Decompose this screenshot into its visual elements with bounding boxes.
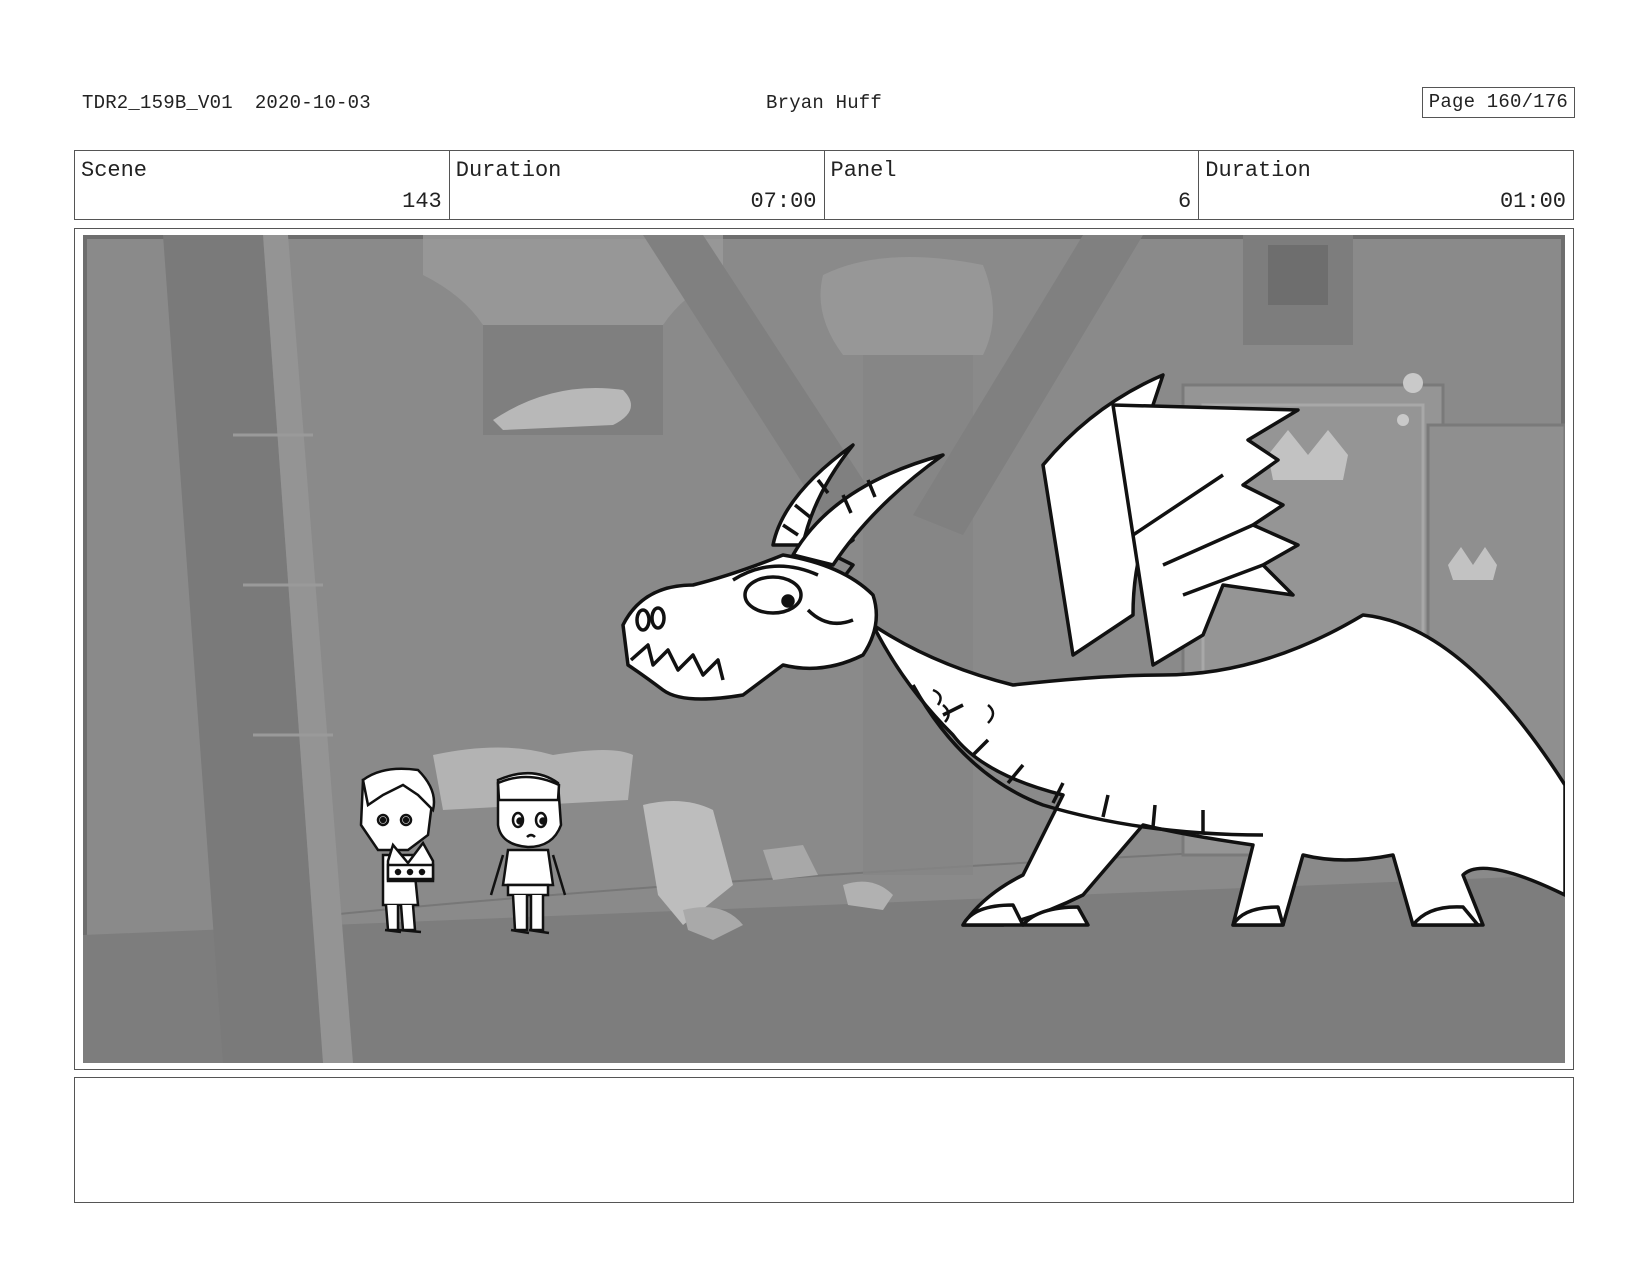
panel-duration-cell: Duration 01:00 [1199, 151, 1573, 219]
scene-cell: Scene 143 [75, 151, 450, 219]
info-table: Scene 143 Duration 07:00 Panel 6 Duratio… [74, 150, 1574, 220]
storyboard-panel-frame [74, 228, 1574, 1070]
scene-duration-value: 07:00 [750, 189, 817, 214]
storyboard-panel-image [83, 235, 1565, 1063]
panel-duration-value: 01:00 [1499, 189, 1566, 214]
file-id: TDR2_159B_V01 [82, 92, 233, 114]
page-number: Page 160/176 [1421, 87, 1575, 118]
header-date: 2020-10-03 [254, 92, 371, 114]
scene-duration-label: Duration [455, 158, 562, 183]
column-shaft-right [863, 355, 973, 875]
panel-value: 6 [1178, 189, 1192, 214]
panel-cell: Panel 6 [825, 151, 1200, 219]
panel-notes-box [74, 1077, 1574, 1203]
panel-duration-label: Duration [1205, 158, 1311, 183]
column-capital-right [820, 257, 993, 355]
scene-value: 143 [402, 189, 442, 214]
scene-duration-cell: Duration 07:00 [450, 151, 825, 219]
header-left: TDR2_159B_V01 2020-10-03 [82, 92, 371, 114]
scene-label: Scene [81, 158, 148, 183]
panel-label: Panel [830, 158, 897, 183]
panel-notes-text [75, 1078, 1573, 1094]
